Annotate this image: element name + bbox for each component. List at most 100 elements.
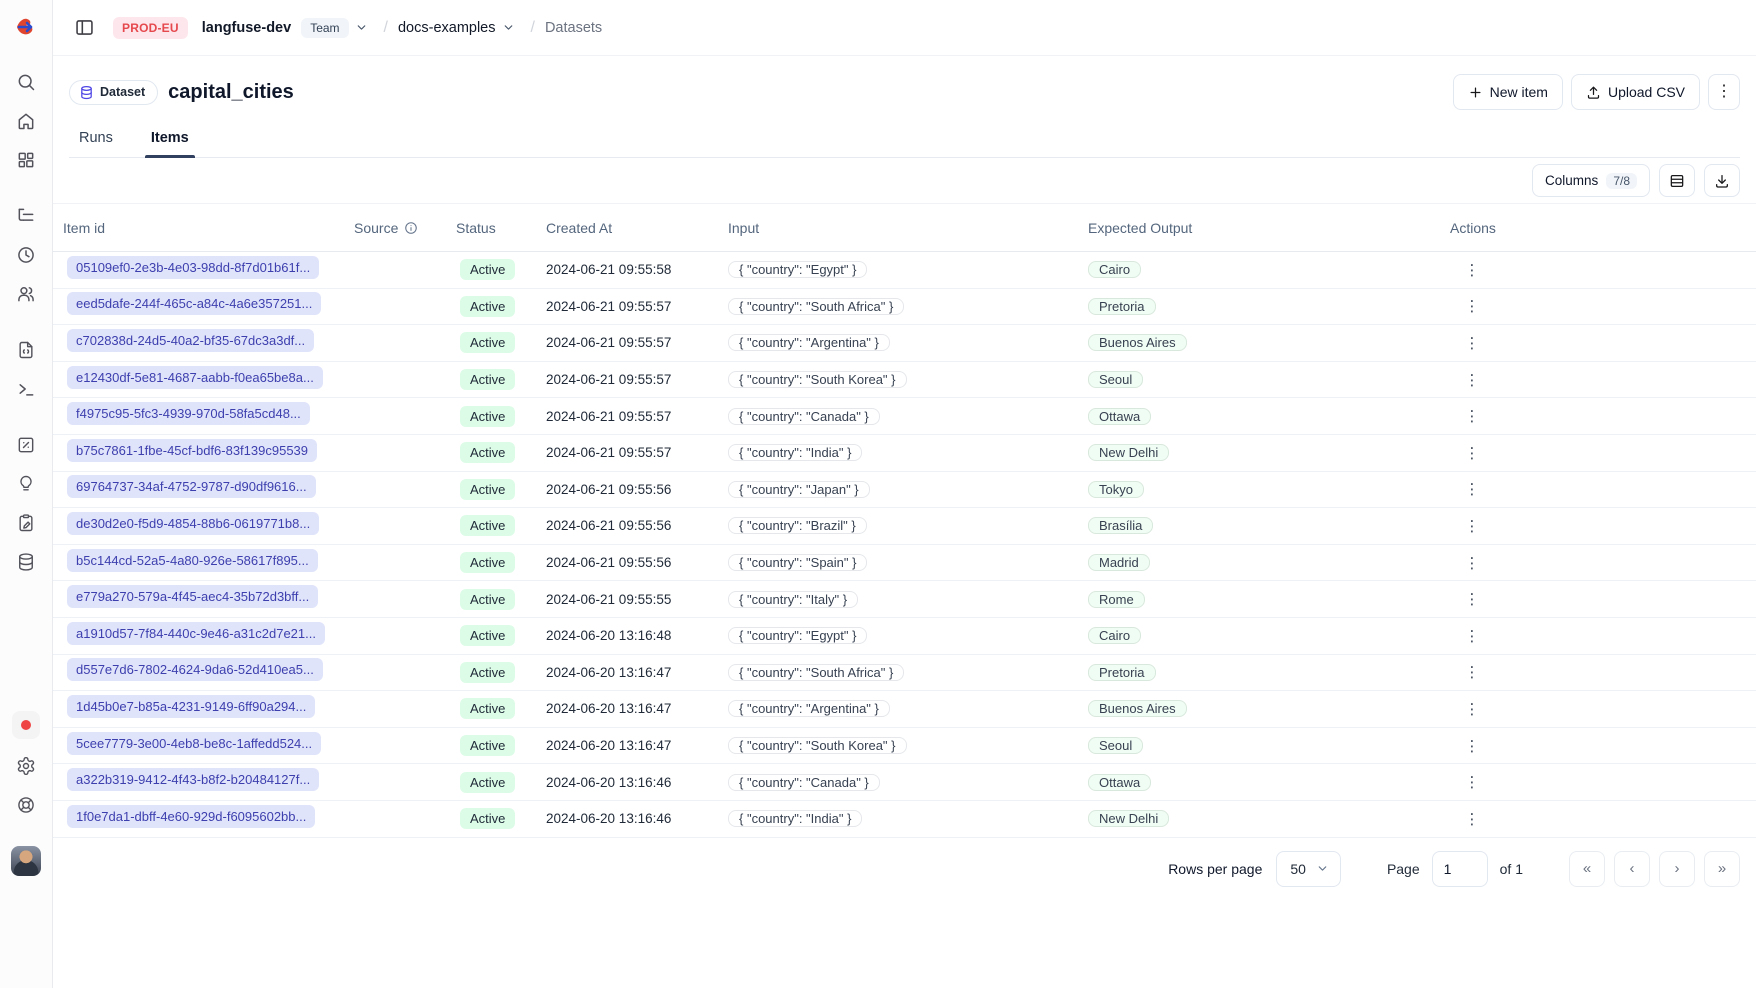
breadcrumb-section[interactable]: Datasets xyxy=(545,20,602,36)
first-page-button[interactable]: « xyxy=(1569,851,1605,887)
tabs: Runs Items xyxy=(69,130,1740,158)
table-row[interactable]: 1d45b0e7-b85a-4231-9149-6ff90a294... Act… xyxy=(53,691,1756,728)
item-id-badge[interactable]: e779a270-579a-4f45-aec4-35b72d3bff... xyxy=(67,585,318,608)
input-cell: { "country": "South Africa" } xyxy=(728,298,904,315)
row-actions-kebab-icon[interactable]: ⋮ xyxy=(1458,366,1486,394)
item-id-badge[interactable]: 05109ef0-2e3b-4e03-98dd-8f7d01b61f... xyxy=(67,256,319,279)
table-row[interactable]: d557e7d6-7802-4624-9da6-52d410ea5... Act… xyxy=(53,655,1756,692)
row-actions-kebab-icon[interactable]: ⋮ xyxy=(1458,695,1486,723)
expected-output-cell: Madrid xyxy=(1088,554,1150,571)
sessions-clock-icon[interactable] xyxy=(12,241,40,269)
project-chevron-down-icon[interactable] xyxy=(502,21,515,34)
download-icon xyxy=(1714,173,1730,189)
row-actions-kebab-icon[interactable]: ⋮ xyxy=(1458,732,1486,760)
info-icon[interactable] xyxy=(404,221,418,235)
rows-per-page-select[interactable]: 50 xyxy=(1276,851,1341,887)
export-download-button[interactable] xyxy=(1704,164,1740,197)
row-actions-kebab-icon[interactable]: ⋮ xyxy=(1458,439,1486,467)
item-id-badge[interactable]: a1910d57-7f84-440c-9e46-a31c2d7e21... xyxy=(67,622,325,645)
table-row[interactable]: 05109ef0-2e3b-4e03-98dd-8f7d01b61f... Ac… xyxy=(53,252,1756,289)
lightbulb-icon[interactable] xyxy=(12,470,40,498)
columns-count-badge: 7/8 xyxy=(1606,173,1637,189)
row-actions-kebab-icon[interactable]: ⋮ xyxy=(1458,622,1486,650)
row-actions-kebab-icon[interactable]: ⋮ xyxy=(1458,512,1486,540)
table-row[interactable]: a322b319-9412-4f43-b8f2-b20484127f... Ac… xyxy=(53,764,1756,801)
user-avatar[interactable] xyxy=(11,846,41,876)
item-id-badge[interactable]: b75c7861-1fbe-45cf-bdf6-83f139c95539 xyxy=(67,439,317,462)
expected-output-cell: Cairo xyxy=(1088,627,1141,644)
table-row[interactable]: e779a270-579a-4f45-aec4-35b72d3bff... Ac… xyxy=(53,581,1756,618)
item-id-badge[interactable]: f4975c95-5fc3-4939-970d-58fa5cd48... xyxy=(67,402,310,425)
input-cell: { "country": "India" } xyxy=(728,444,862,461)
search-icon[interactable] xyxy=(12,68,40,96)
row-actions-kebab-icon[interactable]: ⋮ xyxy=(1458,805,1486,833)
tracing-icon[interactable] xyxy=(12,202,40,230)
expected-output-cell: Ottawa xyxy=(1088,774,1151,791)
org-name[interactable]: langfuse-dev xyxy=(202,20,291,36)
table-row[interactable]: f4975c95-5fc3-4939-970d-58fa5cd48... Act… xyxy=(53,398,1756,435)
item-id-badge[interactable]: d557e7d6-7802-4624-9da6-52d410ea5... xyxy=(67,658,323,681)
item-id-badge[interactable]: 5cee7779-3e00-4eb8-be8c-1affedd524... xyxy=(67,732,321,755)
table-row[interactable]: 69764737-34af-4752-9787-d90df9616... Act… xyxy=(53,472,1756,509)
support-lifebuoy-icon[interactable] xyxy=(12,791,40,819)
row-actions-kebab-icon[interactable]: ⋮ xyxy=(1458,329,1486,357)
row-actions-kebab-icon[interactable]: ⋮ xyxy=(1458,585,1486,613)
row-actions-kebab-icon[interactable]: ⋮ xyxy=(1458,658,1486,686)
row-height-button[interactable] xyxy=(1659,164,1695,197)
table-row[interactable]: de30d2e0-f5d9-4854-88b6-0619771b8... Act… xyxy=(53,508,1756,545)
last-page-button[interactable]: » xyxy=(1704,851,1740,887)
org-type-badge[interactable]: Team xyxy=(301,18,348,38)
item-id-badge[interactable]: 1d45b0e7-b85a-4231-9149-6ff90a294... xyxy=(67,695,315,718)
row-actions-kebab-icon[interactable]: ⋮ xyxy=(1458,292,1486,320)
home-icon[interactable] xyxy=(12,107,40,135)
table-row[interactable]: eed5dafe-244f-465c-a84c-4a6e357251... Ac… xyxy=(53,289,1756,326)
item-id-badge[interactable]: e12430df-5e81-4687-aabb-f0ea65be8a... xyxy=(67,366,323,389)
table-row[interactable]: a1910d57-7f84-440c-9e46-a31c2d7e21... Ac… xyxy=(53,618,1756,655)
item-id-badge[interactable]: c702838d-24d5-40a2-bf35-67dc3a3df... xyxy=(67,329,314,352)
sidebar-toggle-icon[interactable] xyxy=(69,13,99,43)
item-id-badge[interactable]: a322b319-9412-4f43-b8f2-b20484127f... xyxy=(67,768,319,791)
item-id-badge[interactable]: 69764737-34af-4752-9787-d90df9616... xyxy=(67,475,316,498)
prev-page-button[interactable]: ‹ xyxy=(1614,851,1650,887)
item-id-badge[interactable]: b5c144cd-52a5-4a80-926e-58617f895... xyxy=(67,549,318,572)
tab-items[interactable]: Items xyxy=(145,130,195,157)
page-number-input[interactable] xyxy=(1432,851,1488,887)
row-actions-kebab-icon[interactable]: ⋮ xyxy=(1458,768,1486,796)
row-actions-kebab-icon[interactable]: ⋮ xyxy=(1458,549,1486,577)
breadcrumb-project[interactable]: docs-examples xyxy=(398,20,496,36)
upload-csv-button[interactable]: Upload CSV xyxy=(1571,74,1700,110)
new-item-button[interactable]: New item xyxy=(1453,74,1563,110)
org-chevron-down-icon[interactable] xyxy=(355,21,368,34)
columns-button[interactable]: Columns 7/8 xyxy=(1532,164,1650,197)
input-cell: { "country": "Italy" } xyxy=(728,591,858,608)
item-id-badge[interactable]: de30d2e0-f5d9-4854-88b6-0619771b8... xyxy=(67,512,319,535)
page-total-label: of 1 xyxy=(1500,861,1523,877)
expected-output-cell: New Delhi xyxy=(1088,810,1169,827)
terminal-icon[interactable] xyxy=(12,375,40,403)
table-row[interactable]: b5c144cd-52a5-4a80-926e-58617f895... Act… xyxy=(53,545,1756,582)
row-actions-kebab-icon[interactable]: ⋮ xyxy=(1458,256,1486,284)
scores-percent-icon[interactable] xyxy=(12,431,40,459)
expected-output-cell: Ottawa xyxy=(1088,408,1151,425)
item-id-badge[interactable]: eed5dafe-244f-465c-a84c-4a6e357251... xyxy=(67,292,321,315)
table-row[interactable]: 1f0e7da1-dbff-4e60-929d-f6095602bb... Ac… xyxy=(53,801,1756,838)
table-row[interactable]: 5cee7779-3e00-4eb8-be8c-1affedd524... Ac… xyxy=(53,728,1756,765)
annotation-clipboard-icon[interactable] xyxy=(12,509,40,537)
next-page-button[interactable]: › xyxy=(1659,851,1695,887)
datasets-database-icon[interactable] xyxy=(12,548,40,576)
users-icon[interactable] xyxy=(12,280,40,308)
page-kebab-menu-button[interactable]: ⋮ xyxy=(1708,74,1740,110)
dashboard-icon[interactable] xyxy=(12,146,40,174)
table-row[interactable]: e12430df-5e81-4687-aabb-f0ea65be8a... Ac… xyxy=(53,362,1756,399)
col-header-item-id: Item id xyxy=(63,220,354,236)
record-indicator[interactable] xyxy=(12,711,40,739)
table-row[interactable]: b75c7861-1fbe-45cf-bdf6-83f139c95539 Act… xyxy=(53,435,1756,472)
row-actions-kebab-icon[interactable]: ⋮ xyxy=(1458,475,1486,503)
settings-gear-icon[interactable] xyxy=(12,752,40,780)
prompts-file-icon[interactable] xyxy=(12,336,40,364)
item-id-badge[interactable]: 1f0e7da1-dbff-4e60-929d-f6095602bb... xyxy=(67,805,315,828)
table-row[interactable]: c702838d-24d5-40a2-bf35-67dc3a3df... Act… xyxy=(53,325,1756,362)
tab-runs[interactable]: Runs xyxy=(73,130,119,157)
row-actions-kebab-icon[interactable]: ⋮ xyxy=(1458,402,1486,430)
dataset-database-icon xyxy=(79,85,94,100)
